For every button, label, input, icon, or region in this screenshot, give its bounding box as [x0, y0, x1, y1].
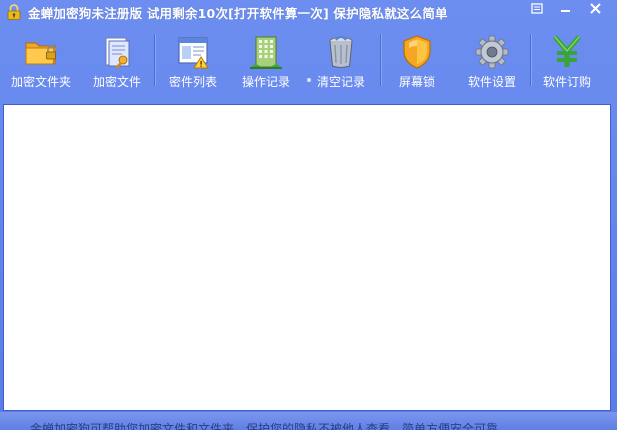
status-bar: 金蝉加密狗可帮助您加密文件和文件夹，保护您的隐私不被他人查看，简单方便安全可靠 — [0, 412, 617, 430]
screen-lock-button[interactable]: 屏幕锁 — [388, 30, 446, 96]
building-icon — [246, 32, 286, 72]
yen-icon — [547, 32, 587, 72]
encrypted-list-button[interactable]: 密件列表 — [162, 30, 224, 96]
window-title: 金蝉加密狗未注册版 试用剩余10次[打开软件算一次] 保护隐私就这么简单 — [28, 6, 448, 21]
operation-log-button[interactable]: 操作记录 — [234, 30, 298, 96]
encrypt-file-label: 加密文件 — [92, 75, 141, 89]
file-lock-icon — [97, 32, 137, 72]
encrypt-folder-button[interactable]: 加密文件夹 — [6, 30, 76, 96]
title-bar[interactable]: 金蝉加密狗未注册版 试用剩余10次[打开软件算一次] 保护隐私就这么简单 — [0, 0, 617, 24]
encrypt-folder-label: 加密文件夹 — [10, 75, 71, 89]
clear-log-button[interactable]: 清空记录 — [310, 30, 372, 96]
toolbar-separator — [154, 34, 156, 86]
minimize-button[interactable] — [555, 0, 577, 18]
menu-button[interactable] — [526, 0, 548, 18]
main-window: 金蝉加密狗未注册版 试用剩余10次[打开软件算一次] 保护隐私就这么简单 加密文… — [0, 0, 617, 430]
status-text: 金蝉加密狗可帮助您加密文件和文件夹，保护您的隐私不被他人查看，简单方便安全可靠 — [30, 422, 499, 430]
shield-icon — [397, 32, 437, 72]
purchase-label: 软件订购 — [542, 75, 591, 89]
toolbar-separator — [380, 34, 382, 86]
purchase-button[interactable]: 软件订购 — [536, 30, 598, 96]
lock-icon — [7, 4, 21, 20]
toolbar: 加密文件夹 加密文件 密件列表 操作记录 清空记录 屏幕锁 软件设置 软件订购 — [0, 24, 617, 102]
operation-log-label: 操作记录 — [241, 75, 290, 89]
gear-icon — [472, 32, 512, 72]
main-content-area[interactable] — [3, 104, 611, 411]
encrypted-list-label: 密件列表 — [168, 75, 217, 89]
clear-log-label: 清空记录 — [316, 75, 365, 89]
trash-can-icon — [321, 32, 361, 72]
settings-button[interactable]: 软件设置 — [460, 30, 524, 96]
encrypt-file-button[interactable]: 加密文件 — [86, 30, 148, 96]
close-button[interactable] — [585, 0, 607, 18]
screen-lock-label: 屏幕锁 — [398, 75, 435, 89]
list-warning-icon — [173, 32, 213, 72]
settings-label: 软件设置 — [467, 75, 516, 89]
folder-lock-icon — [21, 32, 61, 72]
toolbar-separator — [530, 34, 532, 86]
